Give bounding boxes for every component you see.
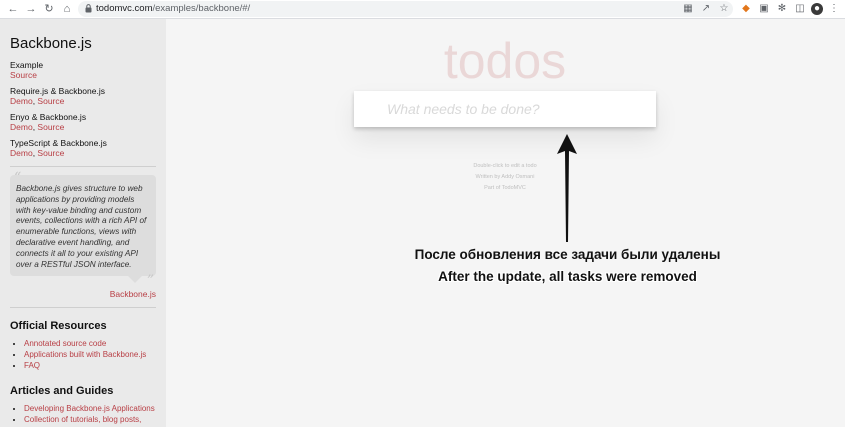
extension-icon[interactable]: ▣ xyxy=(758,3,770,15)
source-link[interactable]: Source xyxy=(10,70,37,80)
sidebar-title: Backbone.js xyxy=(10,35,92,52)
example-name: Enyo & Backbone.js xyxy=(10,112,87,122)
app-title: todos xyxy=(443,33,567,89)
app-info-footer: Double-click to edit a todo Written by A… xyxy=(355,161,655,193)
annotation-arrow-icon xyxy=(557,134,577,242)
articles-list: Developing Backbone.js Applications Coll… xyxy=(24,403,156,427)
example-name: TypeScript & Backbone.js xyxy=(10,138,107,148)
divider xyxy=(10,307,156,309)
list-item: Developing Backbone.js Applications xyxy=(24,403,156,414)
share-icon[interactable]: ↗ xyxy=(700,3,712,15)
translate-icon[interactable]: ▦ xyxy=(682,3,694,15)
address-bar[interactable]: todomvc.com/examples/backbone/#/ ▦ ↗ ☆ xyxy=(78,1,733,17)
info-line: Part of TodoMVC xyxy=(484,184,526,191)
bookmark-star-icon[interactable]: ☆ xyxy=(718,3,730,15)
avatar[interactable]: ● xyxy=(811,3,823,15)
article-link[interactable]: Developing Backbone.js Applications xyxy=(24,404,155,413)
example-name: Require.js & Backbone.js xyxy=(10,86,105,96)
back-arrow-icon[interactable]: ← xyxy=(6,2,20,16)
example-block: TypeScript & Backbone.js Demo, Source xyxy=(10,138,156,158)
quote-source-link[interactable]: Backbone.js xyxy=(110,289,156,299)
menu-dots-icon[interactable]: ⋮ xyxy=(828,3,840,15)
demo-link[interactable]: Demo xyxy=(10,122,33,132)
quote-tail xyxy=(128,276,142,284)
official-resources-heading: Official Resources xyxy=(10,320,107,333)
list-item: FAQ xyxy=(24,360,156,371)
example-name: Example xyxy=(10,60,44,70)
description-quote: “ Backbone.js gives structure to web app… xyxy=(10,170,156,287)
demo-link[interactable]: Demo xyxy=(10,96,33,106)
articles-heading: Articles and Guides xyxy=(10,385,114,398)
browser-toolbar: ← → ↻ ⌂ todomvc.com/examples/backbone/#/… xyxy=(0,0,845,19)
info-line: Double-click to edit a todo xyxy=(473,163,537,169)
example-block: Enyo & Backbone.js Demo, Source xyxy=(10,112,156,132)
article-link[interactable]: Collection of tutorials, blog posts, and xyxy=(24,415,141,427)
close-quote-icon: ” xyxy=(146,272,154,289)
quote-text: Backbone.js gives structure to web appli… xyxy=(16,184,147,269)
list-item: Applications built with Backbone.js xyxy=(24,349,156,360)
url-text: todomvc.com/examples/backbone/#/ xyxy=(96,3,251,14)
demo-link[interactable]: Demo xyxy=(10,148,33,158)
lock-icon xyxy=(85,4,92,13)
open-quote-icon: “ xyxy=(14,170,22,186)
list-item: Annotated source code xyxy=(24,338,156,349)
puzzle-extensions-icon[interactable]: ✻ xyxy=(776,3,788,15)
info-line: Written by Addy Osmani xyxy=(475,173,535,180)
home-icon[interactable]: ⌂ xyxy=(60,2,74,16)
example-block: Example Source xyxy=(10,60,156,80)
new-todo-input[interactable] xyxy=(354,91,656,127)
resource-link[interactable]: Applications built with Backbone.js xyxy=(24,350,146,359)
resource-link[interactable]: FAQ xyxy=(24,361,40,370)
example-block: Require.js & Backbone.js Demo, Source xyxy=(10,86,156,106)
official-resources-list: Annotated source code Applications built… xyxy=(24,338,156,371)
metamask-extension-icon[interactable]: ◆ xyxy=(740,3,752,15)
resource-link[interactable]: Annotated source code xyxy=(24,339,106,348)
divider xyxy=(10,166,156,167)
list-item: Collection of tutorials, blog posts, and xyxy=(24,414,156,427)
source-link[interactable]: Source xyxy=(37,148,64,158)
forward-arrow-icon[interactable]: → xyxy=(24,2,38,16)
annotation-caption-ru: После обновления все задачи были удалены xyxy=(414,247,721,262)
source-link[interactable]: Source xyxy=(37,96,64,106)
annotation-caption-en: After the update, all tasks were removed xyxy=(438,269,697,284)
sidebar: Backbone.js Example Source Require.js & … xyxy=(0,19,166,427)
source-link[interactable]: Source xyxy=(37,122,64,132)
side-panel-icon[interactable]: ◫ xyxy=(794,3,806,15)
reload-icon[interactable]: ↻ xyxy=(42,2,56,16)
